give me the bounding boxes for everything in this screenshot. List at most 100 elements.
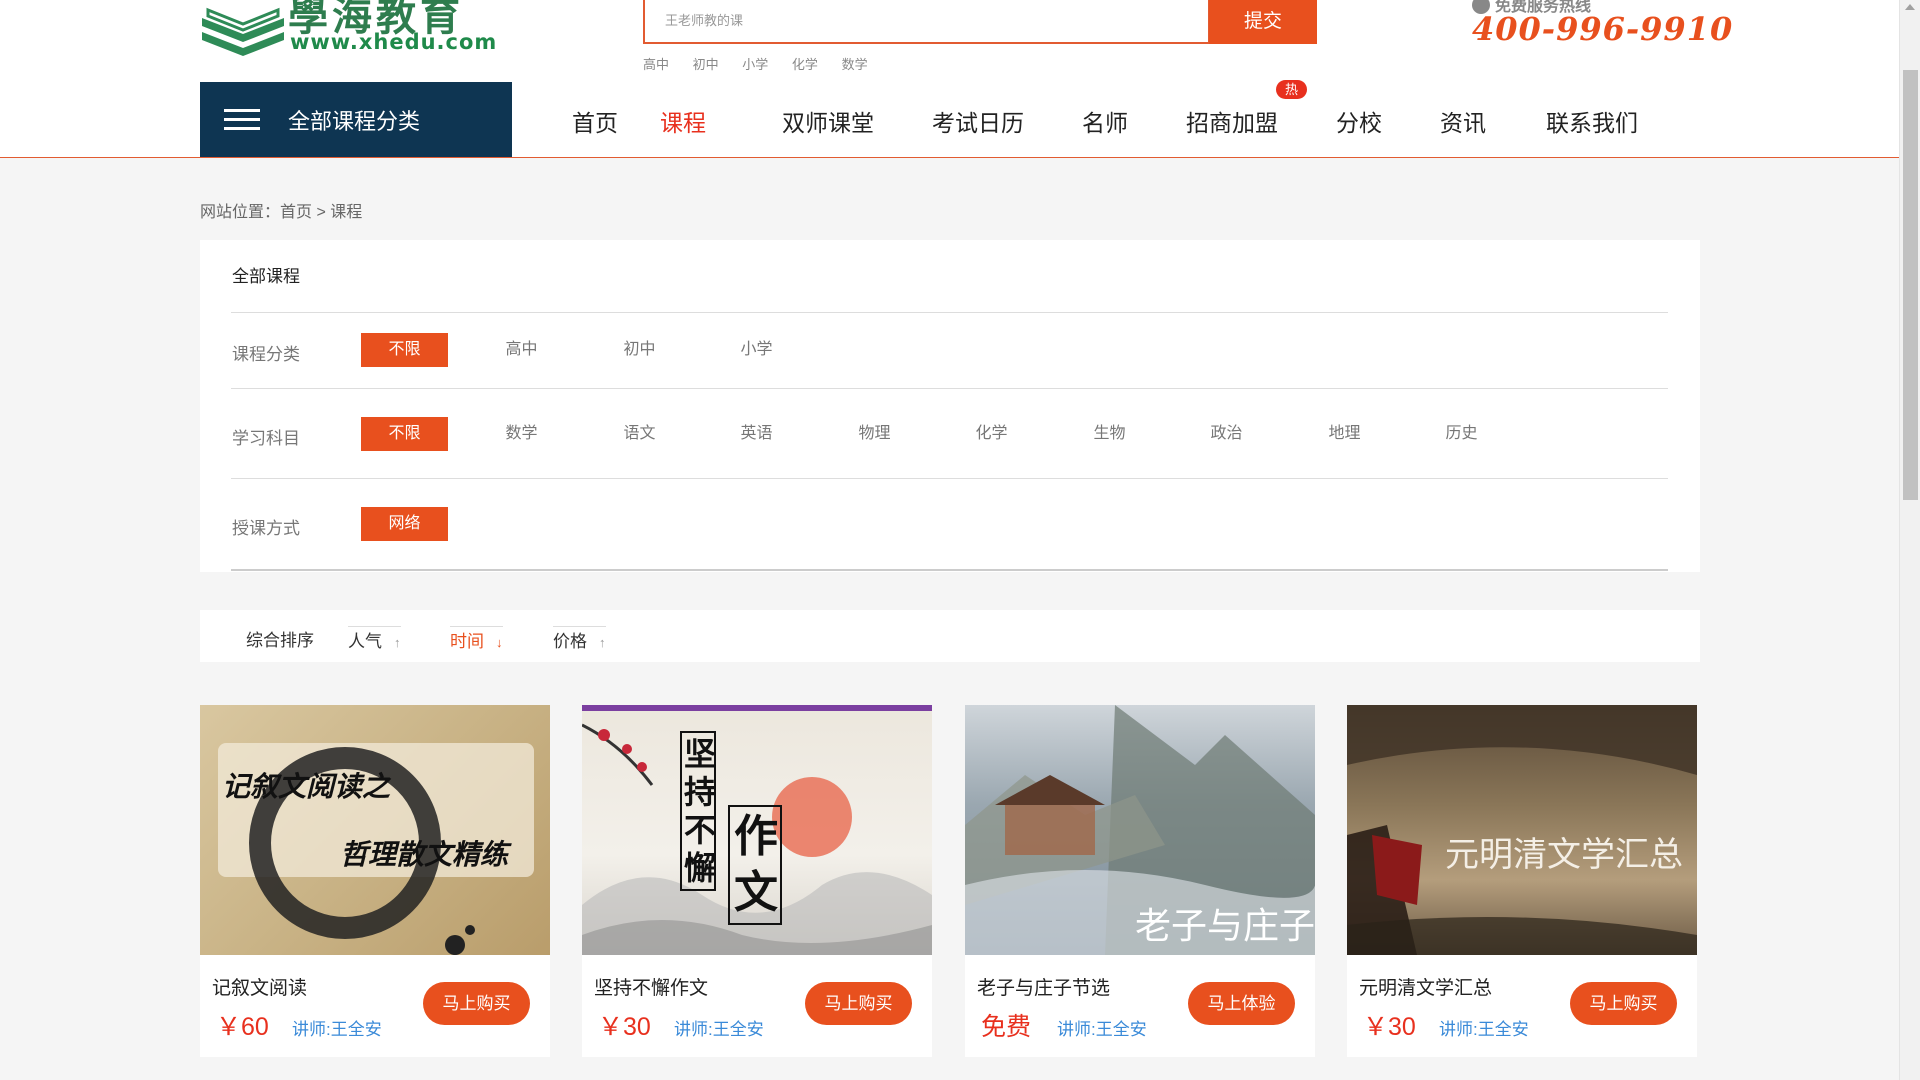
course-title[interactable]: 老子与庄子节选	[977, 973, 1110, 1000]
chip-subject-biology[interactable]: 生物	[1066, 417, 1153, 451]
hot-badge: 热	[1276, 80, 1308, 99]
nav-item-franchise[interactable]: 招商加盟 热	[1186, 80, 1308, 138]
site-logo[interactable]: 學海教育 www.xhedu.com	[200, 0, 500, 66]
sort-time-label: 时间	[450, 632, 484, 651]
hot-word-link[interactable]: 初中	[693, 57, 719, 72]
buy-now-button[interactable]: 马上购买	[1570, 982, 1677, 1025]
main-nav: 首页 课程 双师课堂 考试日历 名师 招商加盟 热 分校 资讯 联系我们	[512, 80, 1712, 157]
course-card[interactable]: 记叙文阅读之 哲理散文精练 记叙文阅读 ￥60 讲师:王全安 马上购买	[200, 705, 550, 1057]
search-input[interactable]: 王老师教的课	[643, 0, 1210, 44]
arrow-up-icon: ↑	[394, 635, 401, 650]
menu-icon	[224, 109, 260, 131]
try-now-button[interactable]: 马上体验	[1188, 982, 1295, 1025]
thumbnail-caption: 记叙文阅读之	[222, 770, 391, 803]
course-teacher[interactable]: 讲师:王全安	[1057, 1015, 1147, 1040]
chip-subject-politics[interactable]: 政治	[1183, 417, 1270, 451]
search-bar: 王老师教的课 提交	[643, 0, 1317, 44]
filter-label-category: 课程分类	[232, 345, 300, 364]
book-logo-icon	[202, 7, 284, 56]
chip-category-primary[interactable]: 小学	[713, 333, 800, 367]
chip-subject-all[interactable]: 不限	[361, 417, 448, 451]
chip-subject-chinese[interactable]: 语文	[596, 417, 683, 451]
chip-category-all[interactable]: 不限	[361, 333, 448, 367]
course-teacher[interactable]: 讲师:王全安	[1439, 1015, 1529, 1040]
course-filter-panel: 全部课程 课程分类 不限 高中 初中 小学 学习科目 不限 数学 语文 英语 物…	[200, 240, 1700, 572]
hot-word-link[interactable]: 小学	[742, 57, 768, 72]
nav-item-news[interactable]: 资讯	[1440, 104, 1486, 138]
nav-item-franchise-label: 招商加盟	[1186, 110, 1278, 136]
divider	[231, 312, 1668, 313]
all-categories-label: 全部课程分类	[288, 109, 421, 134]
course-card[interactable]: 老子与庄子 老子与庄子节选 免费 讲师:王全安 马上体验	[965, 705, 1315, 1057]
nav-item-courses[interactable]: 课程	[660, 104, 706, 138]
sort-popularity[interactable]: 人气 ↑	[348, 626, 401, 652]
chip-subject-math[interactable]: 数学	[478, 417, 565, 451]
course-card[interactable]: 元明清文学汇总 元明清文学汇总 ￥30 讲师:王全安 马上购买	[1347, 705, 1697, 1057]
chip-category-junior[interactable]: 初中	[596, 333, 683, 367]
course-thumbnail[interactable]: 元明清文学汇总	[1347, 705, 1697, 955]
sort-label: 综合排序	[246, 631, 314, 650]
filter-title: 全部课程	[232, 267, 300, 286]
course-thumbnail[interactable]: 老子与庄子	[965, 705, 1315, 955]
course-price: 免费	[981, 1013, 1032, 1041]
sort-popularity-label: 人气	[348, 632, 382, 651]
divider	[231, 569, 1668, 571]
course-thumbnail[interactable]: 坚持不懈 作文	[582, 705, 932, 955]
course-card[interactable]: 坚持不懈 作文 坚持不懈作文 ￥30 讲师:王全安 马上购买	[582, 705, 932, 1057]
nav-item-contact[interactable]: 联系我们	[1546, 104, 1638, 138]
chip-subject-geography[interactable]: 地理	[1301, 417, 1388, 451]
chip-subject-chemistry[interactable]: 化学	[948, 417, 1035, 451]
thumbnail-caption: 哲理散文精练	[340, 838, 509, 871]
course-title[interactable]: 记叙文阅读	[212, 973, 307, 1000]
buy-now-button[interactable]: 马上购买	[805, 982, 912, 1025]
hotline: 免费服务热线 400-996-9910	[1472, 0, 1732, 52]
search-submit-button[interactable]: 提交	[1209, 0, 1317, 44]
site-header: 學海教育 www.xhedu.com 王老师教的课 提交 高中 初中 小学 化学…	[0, 0, 1899, 158]
breadcrumb: 网站位置：首页 > 课程	[200, 204, 363, 221]
buy-now-button[interactable]: 马上购买	[423, 982, 530, 1025]
scrollbar-thumb[interactable]	[1903, 70, 1918, 500]
course-price: ￥30	[598, 1013, 651, 1041]
scroll-up-arrow-icon[interactable]	[1905, 4, 1915, 10]
chip-subject-physics[interactable]: 物理	[831, 417, 918, 451]
ink-circle-decoration	[218, 743, 534, 955]
chip-subject-history[interactable]: 历史	[1418, 417, 1505, 451]
logo-url: www.xhedu.com	[290, 30, 498, 54]
page-scrollbar[interactable]	[1899, 0, 1920, 1080]
filter-label-mode: 授课方式	[232, 519, 300, 538]
nav-item-dual-teacher[interactable]: 双师课堂	[782, 104, 874, 138]
nav-item-home[interactable]: 首页	[572, 104, 618, 138]
arrow-down-icon: ↓	[496, 635, 503, 650]
course-price: ￥60	[216, 1013, 269, 1041]
chip-subject-english[interactable]: 英语	[713, 417, 800, 451]
chip-category-senior[interactable]: 高中	[478, 333, 565, 367]
arrow-up-icon: ↑	[599, 635, 606, 650]
thumbnail-caption: 作文	[728, 805, 782, 925]
nav-item-teachers[interactable]: 名师	[1082, 104, 1128, 138]
hot-word-link[interactable]: 数学	[842, 57, 868, 72]
sort-price[interactable]: 价格 ↑	[553, 626, 606, 652]
hot-word-link[interactable]: 化学	[792, 57, 818, 72]
thumbnail-caption: 老子与庄子	[1135, 906, 1315, 947]
nav-item-branches[interactable]: 分校	[1336, 104, 1382, 138]
course-price: ￥30	[1363, 1013, 1416, 1041]
sort-time[interactable]: 时间 ↓	[450, 626, 503, 652]
course-thumbnail[interactable]: 记叙文阅读之 哲理散文精练	[200, 705, 550, 955]
hot-word-link[interactable]: 高中	[643, 57, 669, 72]
thumbnail-caption: 元明清文学汇总	[1445, 835, 1683, 875]
course-title[interactable]: 坚持不懈作文	[594, 973, 708, 1000]
thumbnail-caption: 坚持不懈	[680, 731, 716, 891]
divider	[231, 388, 1668, 389]
hot-search-words: 高中 初中 小学 化学 数学	[643, 54, 888, 73]
filter-label-subject: 学习科目	[232, 429, 300, 448]
sort-bar: 综合排序 人气 ↑ 时间 ↓ 价格 ↑	[200, 610, 1700, 662]
all-categories-menu[interactable]: 全部课程分类	[200, 82, 512, 157]
divider	[231, 478, 1668, 479]
hotline-number: 400-996-9910	[1472, 10, 1734, 48]
course-teacher[interactable]: 讲师:王全安	[292, 1015, 382, 1040]
course-teacher[interactable]: 讲师:王全安	[674, 1015, 764, 1040]
course-title[interactable]: 元明清文学汇总	[1359, 973, 1492, 1000]
chip-mode-online[interactable]: 网络	[361, 507, 448, 541]
nav-item-exam-calendar[interactable]: 考试日历	[932, 104, 1024, 138]
sort-price-label: 价格	[553, 632, 587, 651]
